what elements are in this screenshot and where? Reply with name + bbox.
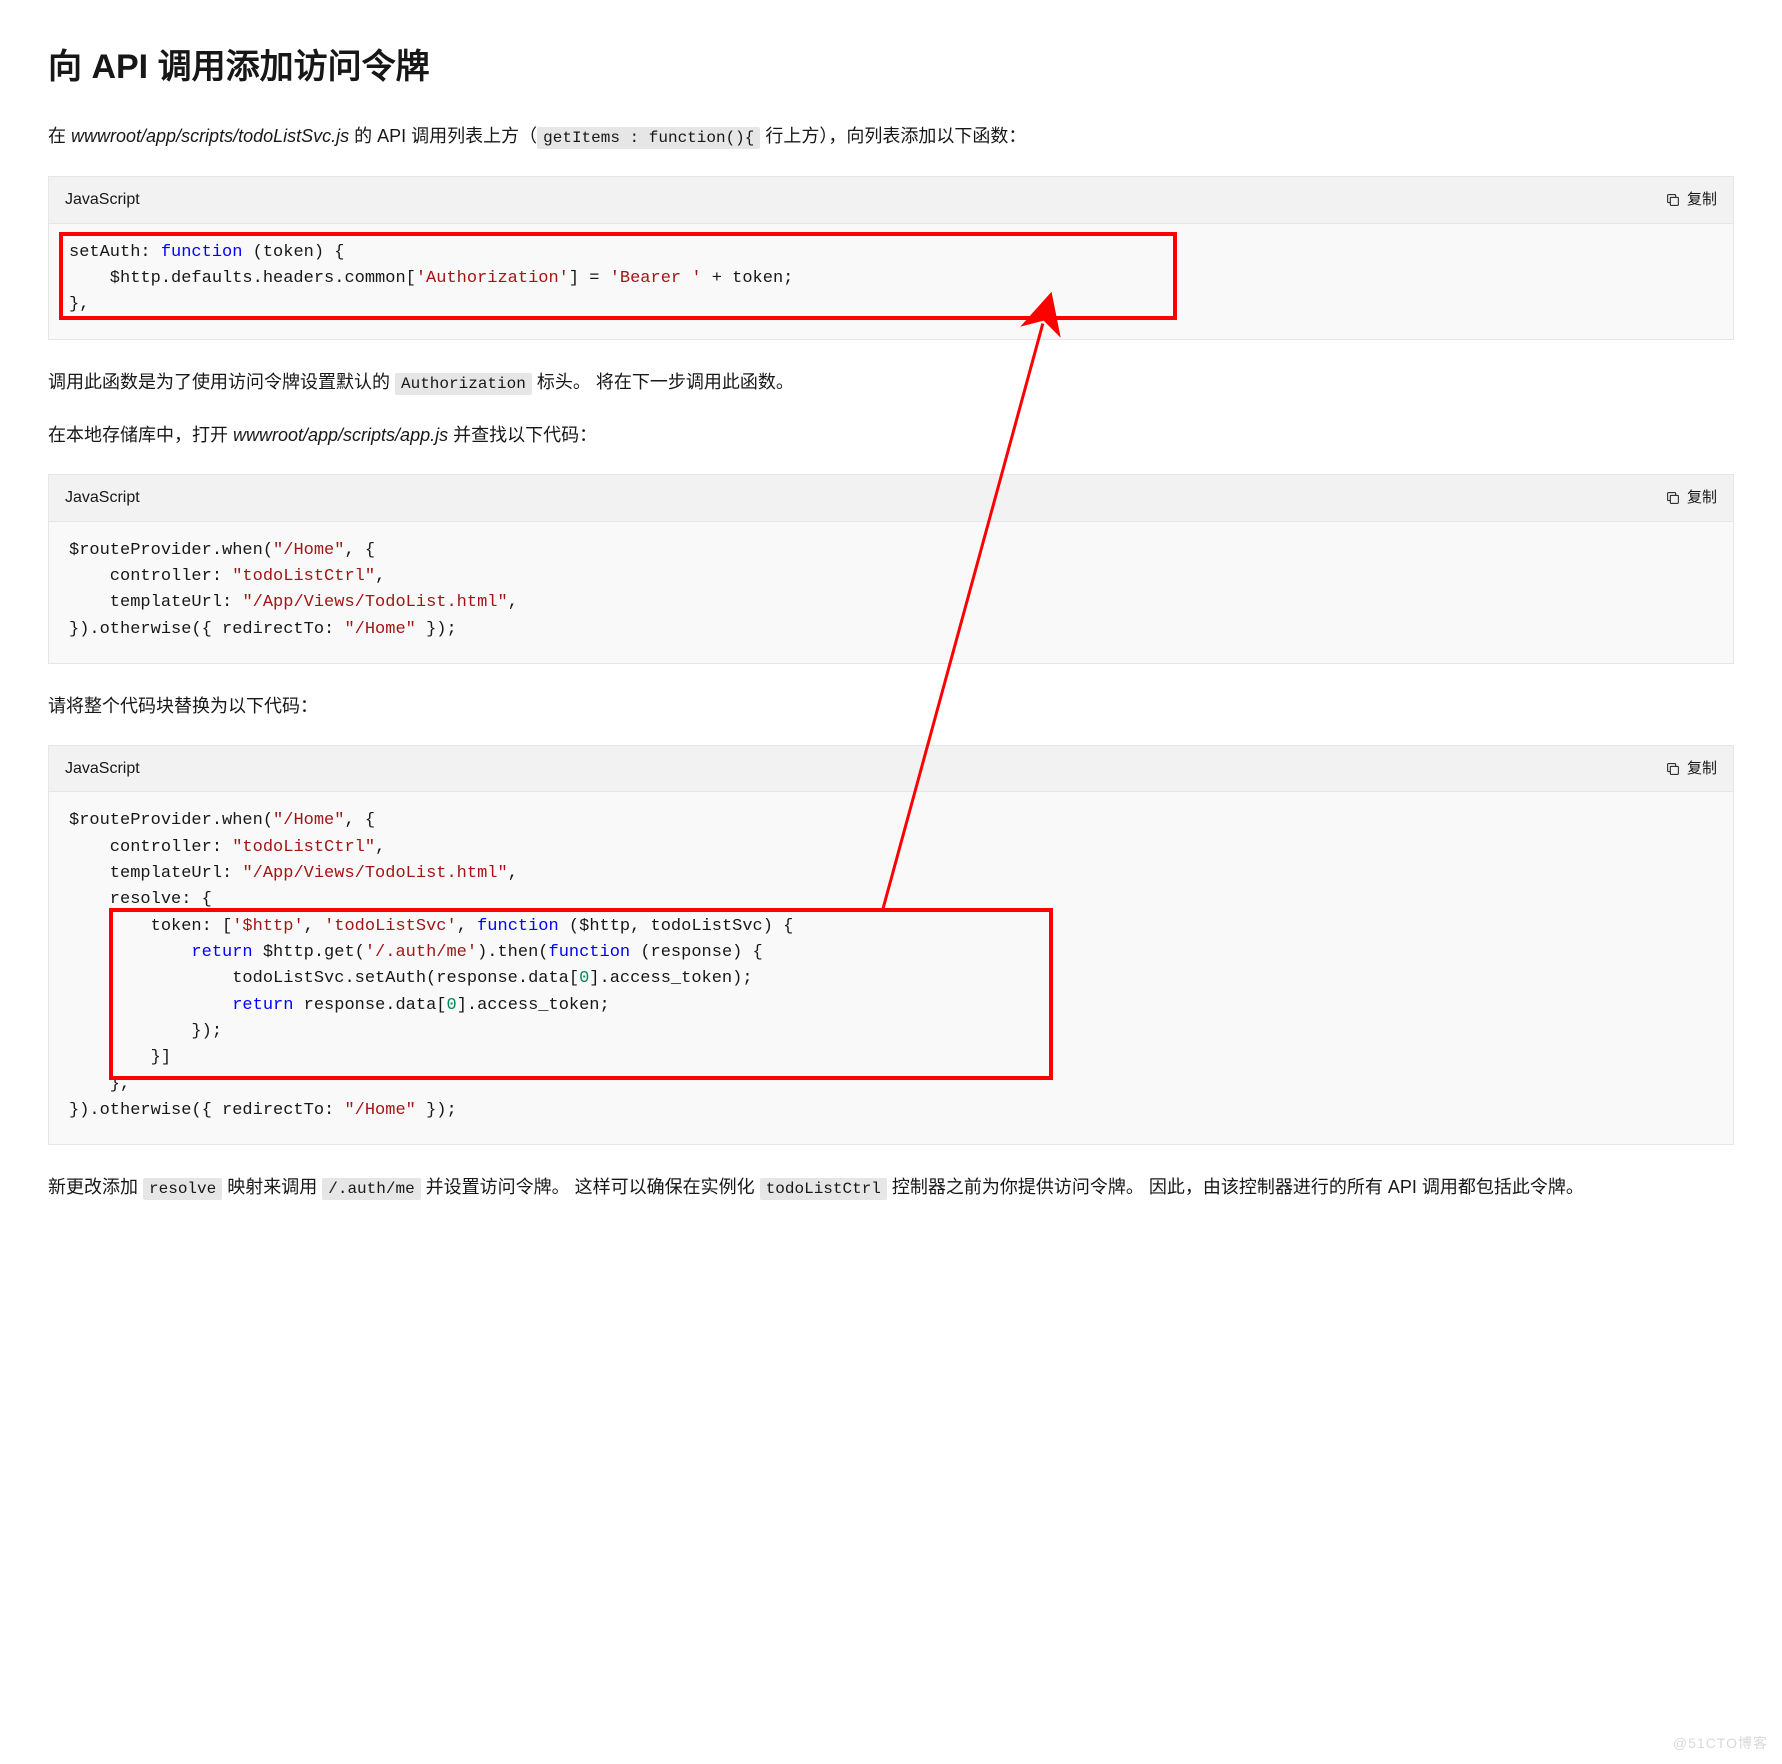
code-block-2: JavaScript 复制 $routeProvider.when("/Home… [48, 474, 1734, 664]
code-content: $routeProvider.when("/Home", { controlle… [49, 521, 1733, 663]
article-body: 向 API 调用添加访问令牌 在 wwwroot/app/scripts/tod… [48, 40, 1734, 1203]
watermark: @51CTO博客 [1673, 1732, 1768, 1754]
paragraph: 请将整个代码块替换为以下代码： [48, 692, 1734, 721]
code-block-1: JavaScript 复制 setAuth: function (token) … [48, 176, 1734, 340]
inline-code: todoListCtrl [760, 1178, 887, 1200]
paragraph: 在本地存储库中，打开 wwwroot/app/scripts/app.js 并查… [48, 421, 1734, 450]
code-content: setAuth: function (token) { $http.defaul… [49, 223, 1733, 339]
paragraph: 调用此函数是为了使用访问令牌设置默认的 Authorization 标头。 将在… [48, 368, 1734, 398]
code-language-label: JavaScript [65, 756, 140, 782]
inline-code: /.auth/me [322, 1178, 420, 1200]
copy-icon [1665, 192, 1681, 208]
file-path: wwwroot/app/scripts/todoListSvc.js [71, 126, 349, 146]
copy-icon [1665, 761, 1681, 777]
paragraph: 新更改添加 resolve 映射来调用 /.auth/me 并设置访问令牌。 这… [48, 1173, 1734, 1203]
code-language-label: JavaScript [65, 187, 140, 213]
copy-button[interactable]: 复制 [1665, 486, 1717, 510]
code-header: JavaScript 复制 [49, 475, 1733, 521]
inline-code: resolve [143, 1178, 222, 1200]
code-header: JavaScript 复制 [49, 177, 1733, 223]
code-content: $routeProvider.when("/Home", { controlle… [49, 791, 1733, 1144]
intro-paragraph: 在 wwwroot/app/scripts/todoListSvc.js 的 A… [48, 122, 1734, 152]
copy-icon [1665, 490, 1681, 506]
copy-button[interactable]: 复制 [1665, 757, 1717, 781]
page-heading: 向 API 调用添加访问令牌 [48, 40, 1734, 94]
code-block-3: JavaScript 复制 $routeProvider.when("/Home… [48, 745, 1734, 1146]
code-language-label: JavaScript [65, 485, 140, 511]
copy-button[interactable]: 复制 [1665, 188, 1717, 212]
inline-code: Authorization [395, 373, 532, 395]
file-path: wwwroot/app/scripts/app.js [233, 425, 448, 445]
code-header: JavaScript 复制 [49, 746, 1733, 792]
inline-code: getItems : function(){ [537, 127, 760, 149]
